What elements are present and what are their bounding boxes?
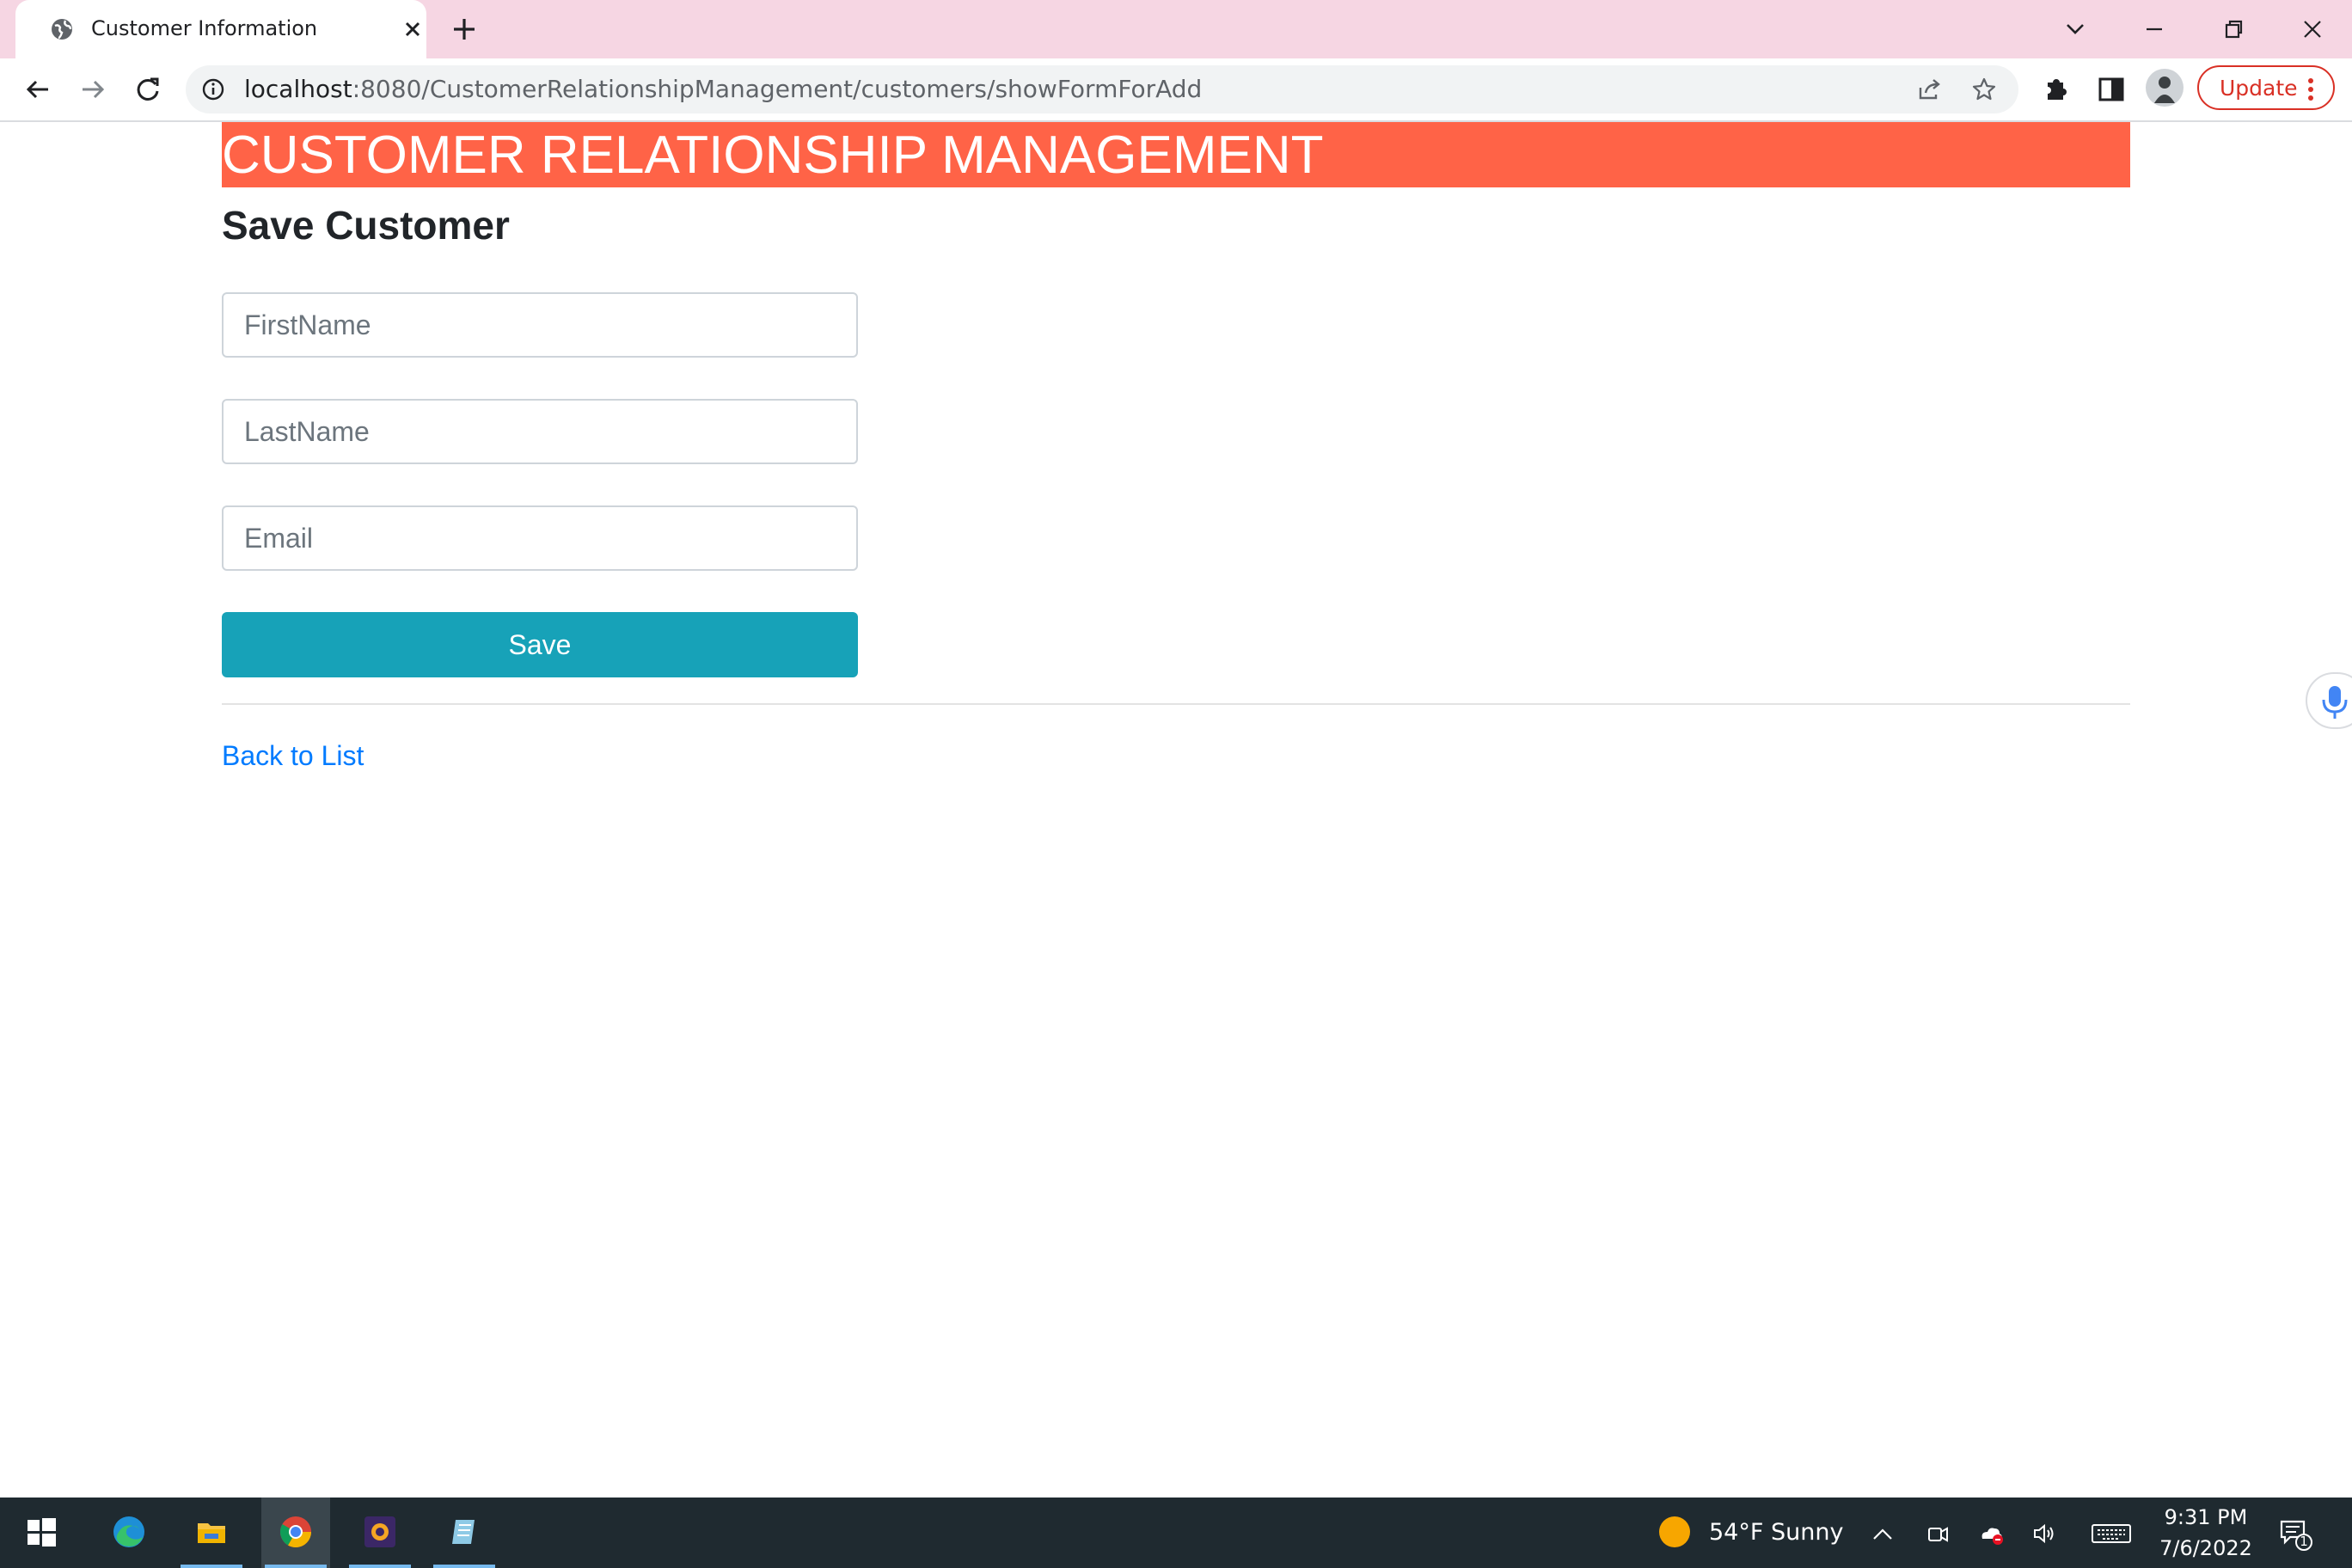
page-title: Save Customer [222, 203, 510, 248]
close-window-icon[interactable] [2294, 10, 2331, 48]
share-icon[interactable] [1915, 76, 1943, 103]
edge-browser-icon[interactable] [95, 1498, 163, 1568]
forward-arrow-icon[interactable] [74, 70, 112, 108]
notification-count: 1 [2300, 1534, 2308, 1549]
site-info-icon[interactable] [201, 77, 225, 101]
update-label: Update [2220, 76, 2298, 101]
notepad-icon[interactable] [430, 1498, 499, 1568]
banner-title: CUSTOMER RELATIONSHIP MANAGEMENT [222, 126, 1324, 185]
tab-title: Customer Information [91, 16, 318, 40]
running-indicator [349, 1565, 411, 1568]
address-bar[interactable]: localhost:8080/CustomerRelationshipManag… [186, 65, 2018, 113]
header-banner: CUSTOMER RELATIONSHIP MANAGEMENT [222, 122, 2130, 187]
close-icon[interactable] [399, 15, 426, 43]
onedrive-cloud-icon[interactable] [1977, 1520, 2005, 1547]
url-host: localhost [244, 75, 352, 103]
tab-customer-information[interactable]: Customer Information [15, 0, 426, 58]
sun-weather-icon[interactable] [1659, 1516, 1690, 1547]
divider [222, 703, 2130, 705]
browser-toolbar: localhost:8080/CustomerRelationshipManag… [0, 58, 2352, 122]
start-button[interactable] [7, 1498, 76, 1568]
volume-icon[interactable] [2030, 1520, 2058, 1547]
update-button[interactable]: Update [2197, 65, 2335, 110]
weather-text[interactable]: 54°F Sunny [1709, 1518, 1843, 1547]
chevron-up-icon[interactable] [1869, 1520, 1896, 1547]
bookmark-star-icon[interactable] [1970, 76, 1998, 103]
side-panel-icon[interactable] [2092, 70, 2130, 108]
chrome-icon[interactable] [261, 1498, 330, 1568]
new-tab-plus-icon[interactable] [449, 14, 480, 45]
email-field[interactable] [222, 505, 858, 571]
keyboard-icon[interactable] [2091, 1520, 2132, 1547]
restore-icon[interactable] [2214, 10, 2252, 48]
running-indicator [433, 1565, 495, 1568]
windows-taskbar: 54°F Sunny 9:31 PM 7/6/2022 1 [0, 1498, 2352, 1568]
clock-time[interactable]: 9:31 PM [2163, 1504, 2249, 1530]
save-button[interactable]: Save [222, 612, 858, 677]
minimize-icon[interactable] [2135, 10, 2173, 48]
more-vertical-icon [2307, 77, 2314, 101]
reload-icon[interactable] [129, 70, 167, 108]
extensions-puzzle-icon[interactable] [2037, 70, 2075, 108]
meet-now-icon[interactable] [1924, 1520, 1951, 1547]
tab-search-chevron-down-icon[interactable] [2056, 10, 2094, 48]
back-to-list-link[interactable]: Back to List [222, 738, 364, 774]
profile-avatar[interactable] [2146, 69, 2184, 107]
globe-icon [48, 15, 76, 43]
back-arrow-icon[interactable] [19, 70, 57, 108]
running-indicator [265, 1565, 327, 1568]
clock-date[interactable]: 7/6/2022 [2153, 1535, 2259, 1561]
url-text[interactable]: localhost:8080/CustomerRelationshipManag… [244, 74, 1202, 105]
url-path: :8080/CustomerRelationshipManagement/cus… [352, 75, 1203, 103]
tab-strip: Customer Information [0, 0, 2352, 58]
microphone-icon[interactable] [2306, 672, 2352, 729]
running-indicator [181, 1565, 242, 1568]
eclipse-ide-icon[interactable] [346, 1498, 414, 1568]
first-name-field[interactable] [222, 292, 858, 358]
last-name-field[interactable] [222, 399, 858, 464]
file-explorer-icon[interactable] [177, 1498, 246, 1568]
notifications-icon[interactable]: 1 [2278, 1516, 2312, 1551]
